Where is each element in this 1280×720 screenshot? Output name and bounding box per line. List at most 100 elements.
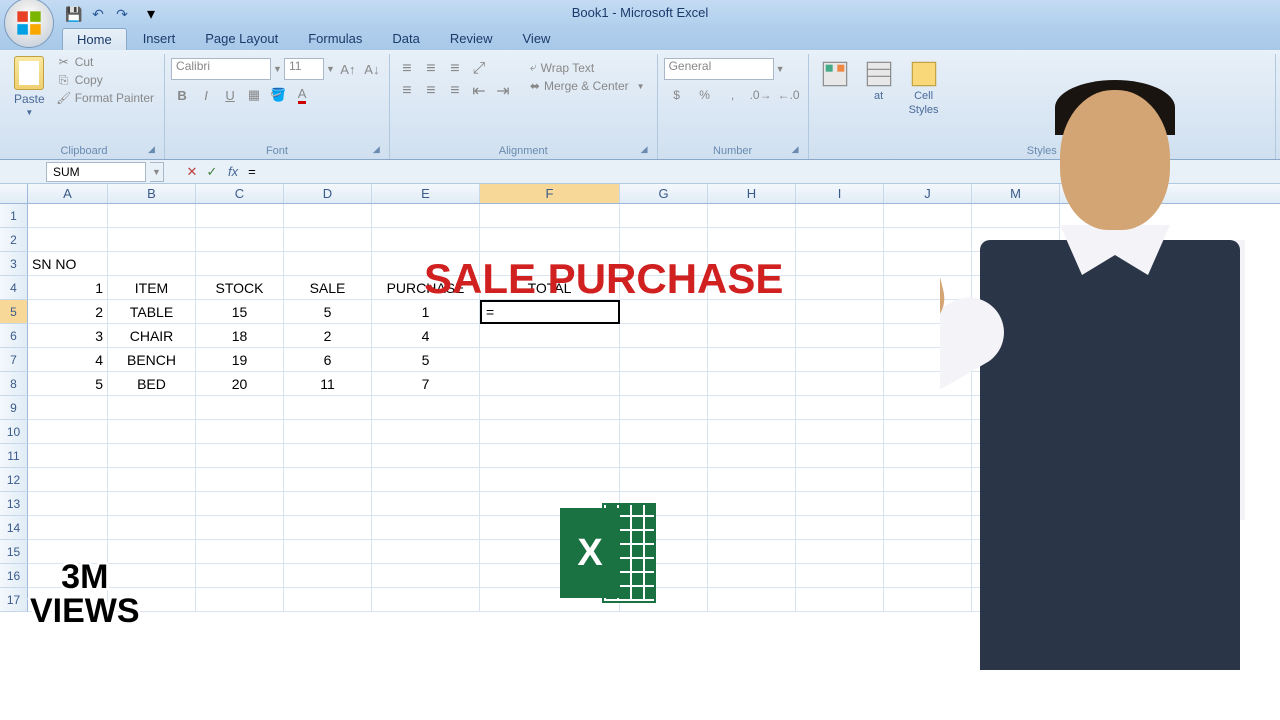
align-right-button[interactable]: ≡	[444, 80, 466, 102]
number-format-select[interactable]: General	[664, 58, 774, 80]
cell-B12[interactable]	[108, 468, 196, 492]
cell-G1[interactable]	[620, 204, 708, 228]
col-header-C[interactable]: C	[196, 184, 284, 203]
merge-center-button[interactable]: ⬌Merge & Center▼	[524, 77, 651, 95]
cell-C9[interactable]	[196, 396, 284, 420]
cell-G6[interactable]	[620, 324, 708, 348]
col-header-I[interactable]: I	[796, 184, 884, 203]
cell-B10[interactable]	[108, 420, 196, 444]
cell-G9[interactable]	[620, 396, 708, 420]
cell-C4[interactable]: STOCK	[196, 276, 284, 300]
cell-C5[interactable]: 15	[196, 300, 284, 324]
cell-G5[interactable]	[620, 300, 708, 324]
cell-H7[interactable]	[708, 348, 796, 372]
cell-A8[interactable]: 5	[28, 372, 108, 396]
tab-page-layout[interactable]: Page Layout	[191, 28, 292, 50]
tab-review[interactable]: Review	[436, 28, 507, 50]
cell-H17[interactable]	[708, 588, 796, 612]
row-header-14[interactable]: 14	[0, 516, 28, 540]
font-color-button[interactable]: A	[291, 84, 313, 106]
font-size-select[interactable]: 11	[284, 58, 324, 80]
cell-B2[interactable]	[108, 228, 196, 252]
cell-C13[interactable]	[196, 492, 284, 516]
cell-H12[interactable]	[708, 468, 796, 492]
orientation-button[interactable]: ⤢	[468, 58, 490, 80]
row-header-7[interactable]: 7	[0, 348, 28, 372]
cell-C15[interactable]	[196, 540, 284, 564]
cell-D7[interactable]: 6	[284, 348, 372, 372]
row-header-1[interactable]: 1	[0, 204, 28, 228]
cell-D15[interactable]	[284, 540, 372, 564]
font-launcher[interactable]: ◢	[373, 144, 385, 156]
currency-button[interactable]: $	[664, 84, 690, 106]
cell-H16[interactable]	[708, 564, 796, 588]
tab-insert[interactable]: Insert	[129, 28, 190, 50]
cell-D8[interactable]: 11	[284, 372, 372, 396]
cell-D17[interactable]	[284, 588, 372, 612]
cell-B9[interactable]	[108, 396, 196, 420]
cell-E14[interactable]	[372, 516, 480, 540]
cell-C6[interactable]: 18	[196, 324, 284, 348]
cell-B6[interactable]: CHAIR	[108, 324, 196, 348]
cell-F11[interactable]	[480, 444, 620, 468]
cell-F7[interactable]	[480, 348, 620, 372]
cell-C10[interactable]	[196, 420, 284, 444]
col-header-F[interactable]: F	[480, 184, 620, 203]
cell-E9[interactable]	[372, 396, 480, 420]
office-button[interactable]	[4, 0, 54, 48]
cell-E15[interactable]	[372, 540, 480, 564]
font-name-select[interactable]: Calibri	[171, 58, 271, 80]
cell-E6[interactable]: 4	[372, 324, 480, 348]
number-launcher[interactable]: ◢	[792, 144, 804, 156]
cell-H11[interactable]	[708, 444, 796, 468]
increase-indent-button[interactable]: ⇥	[492, 80, 514, 102]
cell-C11[interactable]	[196, 444, 284, 468]
cell-F12[interactable]	[480, 468, 620, 492]
select-all-corner[interactable]	[0, 184, 28, 203]
row-header-3[interactable]: 3	[0, 252, 28, 276]
cell-D6[interactable]: 2	[284, 324, 372, 348]
cell-F6[interactable]	[480, 324, 620, 348]
tab-view[interactable]: View	[509, 28, 565, 50]
cell-I2[interactable]	[796, 228, 884, 252]
formula-enter-button[interactable]: ✓	[202, 162, 222, 182]
cell-B11[interactable]	[108, 444, 196, 468]
cell-D4[interactable]: SALE	[284, 276, 372, 300]
qat-customize-dropdown[interactable]: ▾	[144, 4, 158, 24]
col-header-G[interactable]: G	[620, 184, 708, 203]
cell-I12[interactable]	[796, 468, 884, 492]
italic-button[interactable]: I	[195, 84, 217, 106]
wrap-text-button[interactable]: ⤶Wrap Text	[524, 58, 651, 77]
cell-E2[interactable]	[372, 228, 480, 252]
shrink-font-button[interactable]: A↓	[361, 58, 383, 80]
cell-A9[interactable]	[28, 396, 108, 420]
cell-C1[interactable]	[196, 204, 284, 228]
increase-decimal-button[interactable]: .0→	[748, 84, 774, 106]
cell-C14[interactable]	[196, 516, 284, 540]
cell-C12[interactable]	[196, 468, 284, 492]
cell-F1[interactable]	[480, 204, 620, 228]
cell-D3[interactable]	[284, 252, 372, 276]
row-header-13[interactable]: 13	[0, 492, 28, 516]
cell-I5[interactable]	[796, 300, 884, 324]
cell-styles-button[interactable]: Cell Styles	[903, 58, 945, 141]
cell-I17[interactable]	[796, 588, 884, 612]
tab-home[interactable]: Home	[62, 28, 127, 50]
cell-I10[interactable]	[796, 420, 884, 444]
cell-I14[interactable]	[796, 516, 884, 540]
cell-H1[interactable]	[708, 204, 796, 228]
cell-I4[interactable]	[796, 276, 884, 300]
col-header-D[interactable]: D	[284, 184, 372, 203]
cell-I9[interactable]	[796, 396, 884, 420]
cell-B8[interactable]: BED	[108, 372, 196, 396]
underline-button[interactable]: U	[219, 84, 241, 106]
cell-C8[interactable]: 20	[196, 372, 284, 396]
cell-I1[interactable]	[796, 204, 884, 228]
cell-G12[interactable]	[620, 468, 708, 492]
cell-B5[interactable]: TABLE	[108, 300, 196, 324]
paste-button[interactable]: Paste ▼	[10, 54, 49, 141]
cell-E1[interactable]	[372, 204, 480, 228]
decrease-decimal-button[interactable]: ←.0	[776, 84, 802, 106]
cell-H13[interactable]	[708, 492, 796, 516]
cell-F2[interactable]	[480, 228, 620, 252]
